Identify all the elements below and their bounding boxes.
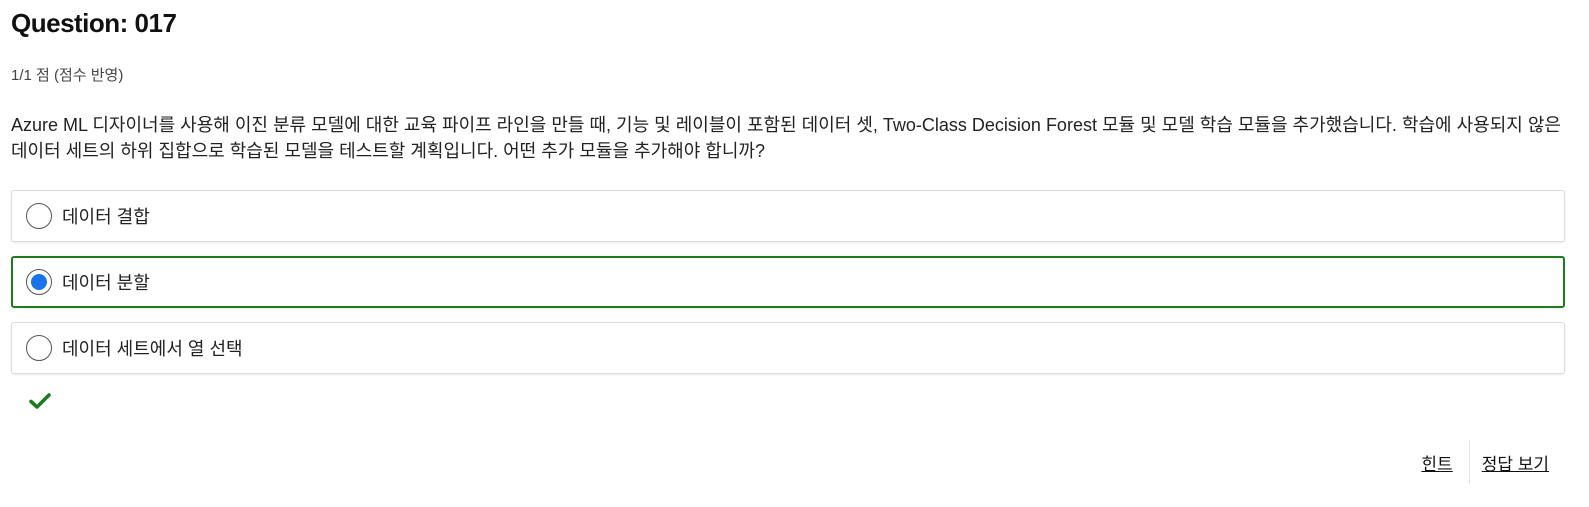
hint-link[interactable]: 힌트 [1421,450,1452,475]
radio-dot [31,274,47,290]
answer-options: 데이터 결합 데이터 분할 데이터 세트에서 열 선택 [11,190,1565,388]
score-text: 1/1 점 (점수 반영) [11,67,124,84]
footer-links: 힌트 정답 보기 [1421,440,1549,484]
show-answer-link[interactable]: 정답 보기 [1482,450,1549,475]
question-title: Question: 017 [11,8,177,38]
answer-option-label: 데이터 결합 [62,207,150,227]
radio-button-selected[interactable] [26,269,52,295]
quiz-page: Question: 017 1/1 점 (점수 반영) Azure ML 디자이… [0,0,1589,507]
checkmark-icon [29,393,51,409]
question-text: Azure ML 디자이너를 사용해 이진 분류 모델에 대한 교육 파이프 라… [11,115,1561,161]
answer-option-label: 데이터 분할 [62,273,150,293]
radio-button[interactable] [26,203,52,229]
divider [1468,440,1470,484]
answer-option-label: 데이터 세트에서 열 선택 [62,339,243,359]
answer-option-3[interactable]: 데이터 세트에서 열 선택 [11,322,1565,374]
answer-option-1[interactable]: 데이터 결합 [11,190,1565,242]
radio-button[interactable] [26,335,52,361]
answer-option-2[interactable]: 데이터 분할 [11,256,1565,308]
